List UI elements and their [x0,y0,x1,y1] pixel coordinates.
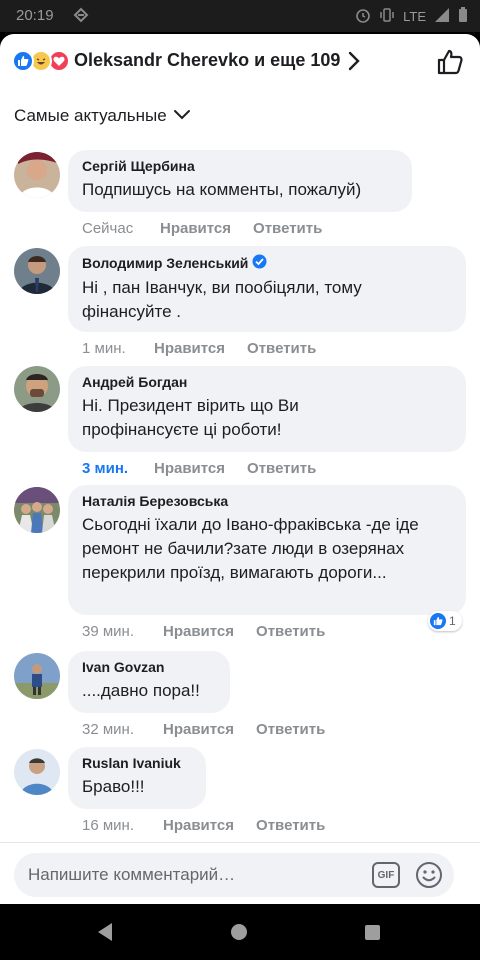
comment-actions: 3 мин. Нравится Ответить [82,460,316,477]
back-icon[interactable] [96,922,114,947]
comment-author[interactable]: Ruslan Ivaniuk [82,755,192,771]
comment-bubble[interactable]: Наталія Березовська Сьогодні їхали до Ів… [68,485,466,615]
comment-time[interactable]: 3 мин. [82,460,154,477]
comment-author[interactable]: Сергій Щербина [82,158,398,174]
like-comment-button[interactable]: Нравится [163,817,234,834]
comment-bubble[interactable]: Ivan Govzan ....давно пора!! [68,651,230,713]
reply-button[interactable]: Ответить [247,340,316,357]
verified-badge-icon [252,254,267,272]
comment-text: ....давно пора!! [82,681,200,700]
comment-author[interactable]: Ivan Govzan [82,659,216,675]
avatar[interactable] [14,152,60,198]
avatar[interactable] [14,248,60,294]
reply-button[interactable]: Ответить [247,460,316,477]
comment-time[interactable]: 1 мин. [82,340,154,357]
comments-sheet: Oleksandr Cherevko и еще 109 Самые актуа… [0,34,480,904]
gif-button[interactable]: GIF [372,862,400,888]
like-comment-button[interactable]: Нравится [163,623,234,640]
comment-bubble[interactable]: Володимир Зеленський Ні , пан Іванчук, в… [68,246,466,332]
home-icon[interactable] [231,924,247,940]
comment-text: Браво!!! [82,777,145,796]
reply-button[interactable]: Ответить [253,220,322,237]
comment-reactions[interactable]: 1 [428,611,462,631]
like-post-button[interactable] [436,48,464,81]
reply-button[interactable]: Ответить [256,623,325,640]
reaction-count: 1 [449,614,456,628]
alarm-icon [355,7,371,26]
sort-dropdown[interactable]: Самые актуальные [14,106,191,126]
avatar[interactable] [14,653,60,699]
like-reaction-icon [430,613,446,629]
like-comment-button[interactable]: Нравится [154,340,225,357]
comment-actions: 32 мин. Нравится Ответить [82,721,325,738]
comment-text: Подпишусь на комменты, пожалуй) [82,180,362,199]
comment-input[interactable]: Напишите комментарий… GIF [14,853,454,897]
comment-input-placeholder: Напишите комментарий… [28,865,236,884]
like-reaction-icon [12,50,34,72]
comment-text: Ні. Президент вірить що Ви профінансуєте… [82,396,299,439]
comment-bubble[interactable]: Ruslan Ivaniuk Браво!!! [68,747,206,809]
comment-author[interactable]: Наталія Березовська [82,493,452,509]
status-time: 20:19 [16,7,54,24]
comment-actions: 39 мин. Нравится Ответить [82,623,325,640]
system-navigation-bar [0,904,480,960]
like-comment-button[interactable]: Нравится [160,220,231,237]
signal-icon [434,7,450,26]
emoji-icon[interactable] [414,860,444,895]
recent-apps-icon[interactable] [365,925,380,940]
like-comment-button[interactable]: Нравится [163,721,234,738]
comment-actions: Сейчас Нравится Ответить [82,220,322,237]
chevron-down-icon [173,106,191,126]
comment-text: Ні , пан Іванчук, ви пообіцяли, тому фін… [82,278,362,321]
comment-author[interactable]: Володимир Зеленський [82,254,452,272]
like-comment-button[interactable]: Нравится [154,460,225,477]
status-bar: 20:19 LTE [0,0,480,32]
network-label: LTE [403,9,426,24]
reply-button[interactable]: Ответить [256,817,325,834]
comment-time[interactable]: 16 мин. [82,817,163,834]
comment-text: Сьогодні їхали до Івано-фраківська -де і… [82,515,419,582]
comment-author[interactable]: Андрей Богдан [82,374,452,390]
reply-button[interactable]: Ответить [256,721,325,738]
reactions-title[interactable]: Oleksandr Cherevko и еще 109 [74,50,340,71]
comment-bubble[interactable]: Сергій Щербина Подпишусь на комменты, по… [68,150,412,212]
reactions-summary[interactable] [12,50,72,72]
vibrate-icon [379,7,395,26]
avatar[interactable] [14,366,60,412]
comment-bubble[interactable]: Андрей Богдан Ні. Президент вірить що Ви… [68,366,466,452]
avatar[interactable] [14,749,60,795]
comment-composer: Напишите комментарий… GIF [0,842,480,904]
chevron-right-icon[interactable] [344,50,364,77]
notification-icon [72,6,90,29]
comment-actions: 16 мин. Нравится Ответить [82,817,325,834]
comment-time[interactable]: 32 мин. [82,721,163,738]
comment-time[interactable]: 39 мин. [82,623,163,640]
avatar[interactable] [14,487,60,533]
sort-label: Самые актуальные [14,106,167,125]
comment-actions: 1 мин. Нравится Ответить [82,340,316,357]
reactions-header[interactable]: Oleksandr Cherevko и еще 109 [0,34,480,90]
battery-icon [458,7,468,26]
comment-time[interactable]: Сейчас [82,220,160,237]
